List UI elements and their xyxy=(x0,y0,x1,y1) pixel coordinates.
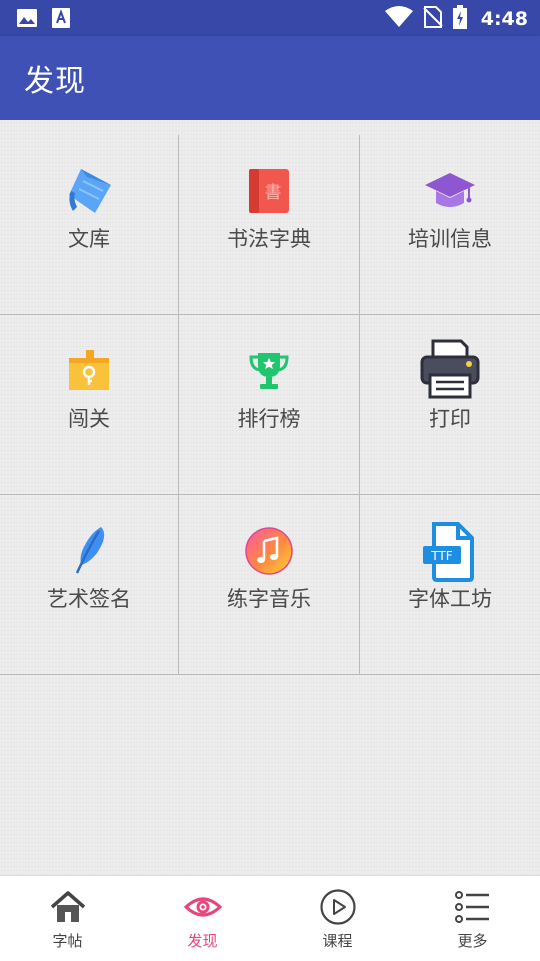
nav-tab-discover[interactable]: 发现 xyxy=(135,876,270,961)
grid-item-label: 排行榜 xyxy=(237,407,301,431)
page-title: 发现 xyxy=(24,64,86,99)
grid-item-font-workshop[interactable]: TTF 字体工坊 xyxy=(360,495,540,675)
nav-tab-copybook[interactable]: 字帖 xyxy=(0,876,135,961)
grid-item-label: 书法字典 xyxy=(227,227,311,251)
home-icon xyxy=(48,888,88,926)
svg-text:書: 書 xyxy=(265,183,282,203)
grid-item-leaderboard[interactable]: 排行榜 xyxy=(179,315,360,495)
list-icon xyxy=(453,888,493,926)
svg-text:TTF: TTF xyxy=(430,549,452,563)
feather-pen-icon xyxy=(61,525,117,577)
nav-tab-label: 更多 xyxy=(457,932,488,950)
grid-item-label: 培训信息 xyxy=(408,227,492,251)
printer-icon xyxy=(419,337,481,399)
grid-item-practice-music[interactable]: 练字音乐 xyxy=(179,495,360,675)
text-a-icon xyxy=(52,8,70,32)
play-circle-icon xyxy=(318,888,358,926)
grid-item-label: 字体工坊 xyxy=(408,587,492,611)
grid-item-label: 打印 xyxy=(429,407,471,431)
castle-key-icon xyxy=(61,345,117,397)
grid-item-label: 练字音乐 xyxy=(227,587,311,611)
calligraphy-dictionary-icon: 書 xyxy=(241,165,297,217)
grid-item-label: 文库 xyxy=(68,227,110,251)
feature-grid: 文库 書 书法字典 培训信息 闯关 排行榜 打印 艺术签名 练字音乐 TTF 字… xyxy=(0,135,540,675)
battery-charging-icon xyxy=(452,5,467,33)
wifi-icon xyxy=(384,6,413,32)
nav-tab-label: 字帖 xyxy=(52,932,83,950)
app-bar: 发现 xyxy=(0,36,540,120)
grid-item-print[interactable]: 打印 xyxy=(360,315,540,495)
discover-content: 文库 書 书法字典 培训信息 闯关 排行榜 打印 艺术签名 练字音乐 TTF 字… xyxy=(0,120,540,875)
graduation-cap-icon xyxy=(422,165,478,217)
eye-icon xyxy=(183,888,223,926)
nav-tab-label: 课程 xyxy=(322,932,353,950)
grid-item-training-info[interactable]: 培训信息 xyxy=(360,135,540,315)
nav-tab-courses[interactable]: 课程 xyxy=(270,876,405,961)
no-sim-icon xyxy=(423,5,443,33)
trophy-icon xyxy=(241,345,297,397)
bottom-navigation: 字帖 发现 课程 更多 xyxy=(0,875,540,961)
status-time: 4:48 xyxy=(480,8,528,30)
nav-tab-label: 发现 xyxy=(187,932,218,950)
grid-item-label: 艺术签名 xyxy=(47,587,131,611)
status-bar: 4:48 xyxy=(0,0,540,36)
grid-item-challenge[interactable]: 闯关 xyxy=(0,315,179,495)
status-notifications xyxy=(16,8,70,32)
library-book-icon xyxy=(61,165,117,217)
ttf-file-icon: TTF xyxy=(420,521,480,583)
status-system: 4:48 xyxy=(384,5,528,33)
grid-item-art-signature[interactable]: 艺术签名 xyxy=(0,495,179,675)
music-note-icon xyxy=(241,525,297,577)
grid-item-calligraphy-dictionary[interactable]: 書 书法字典 xyxy=(179,135,360,315)
nav-tab-more[interactable]: 更多 xyxy=(405,876,540,961)
grid-item-label: 闯关 xyxy=(68,407,110,431)
image-icon xyxy=(16,8,38,32)
grid-item-library[interactable]: 文库 xyxy=(0,135,179,315)
